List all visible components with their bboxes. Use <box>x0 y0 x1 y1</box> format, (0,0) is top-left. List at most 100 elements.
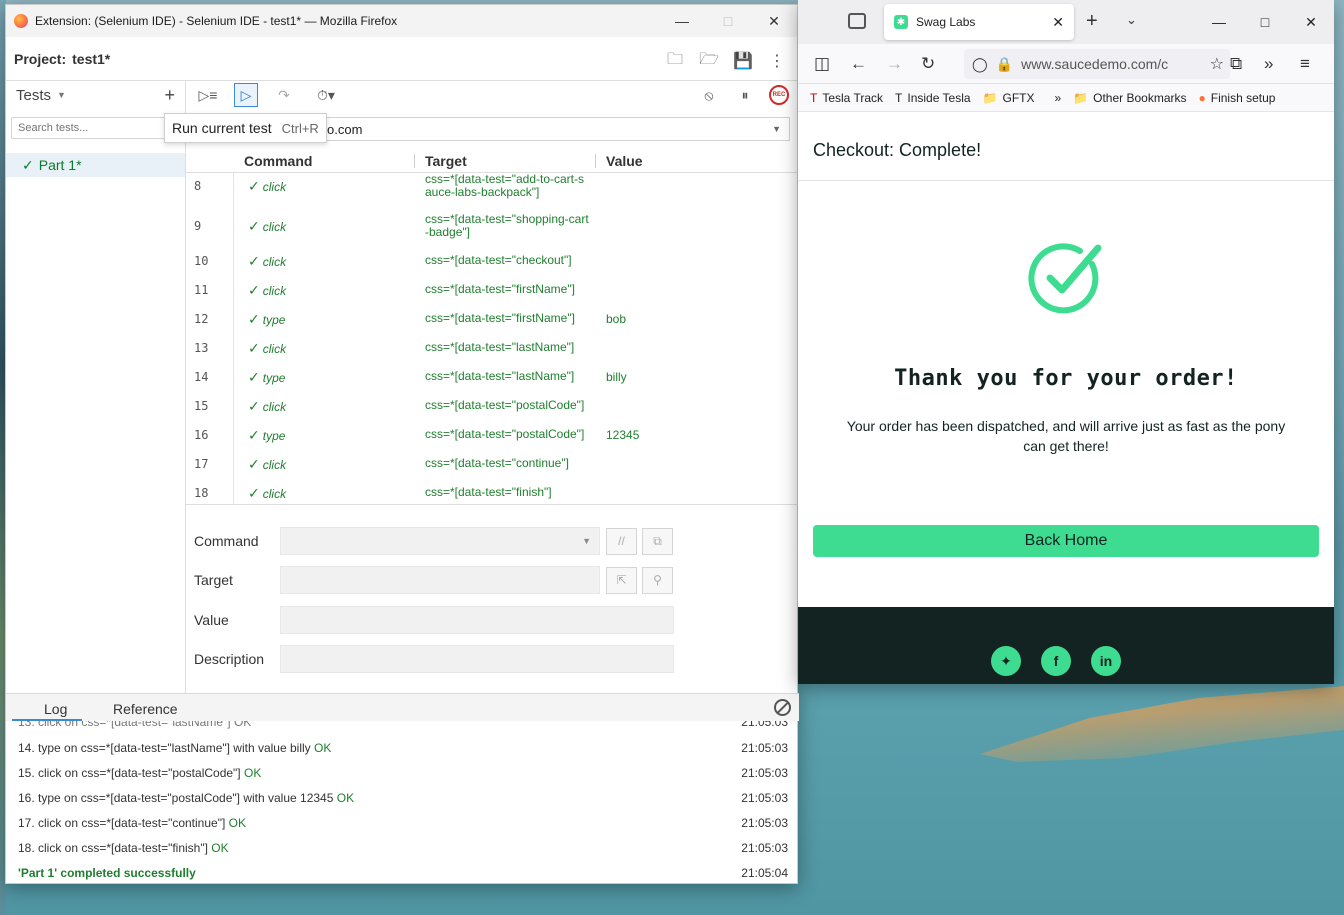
forward-arrow-icon[interactable]: → <box>886 54 903 74</box>
editor-command-row: Command ▼ // ⧉ <box>194 527 673 555</box>
caret-down-icon[interactable]: ▼ <box>57 90 66 100</box>
list-tabs-chevron-icon[interactable]: ⌄ <box>1126 12 1137 28</box>
tesla-logo-icon: T <box>810 90 818 105</box>
base-url-select[interactable]: o.com ▼ <box>316 117 790 141</box>
editor-target-label: Target <box>194 572 233 588</box>
row-command-text: type <box>262 313 286 327</box>
chevron-down-icon: ▼ <box>582 536 591 546</box>
folder-icon: 📁 <box>982 90 998 105</box>
editor-command-label: Command <box>194 533 259 549</box>
row-command-text: click <box>262 342 287 356</box>
maximize-button[interactable]: □ <box>1242 0 1288 44</box>
disable-breakpoints-icon[interactable]: ⦸ <box>697 83 721 107</box>
back-home-button[interactable]: Back Home <box>813 525 1319 557</box>
project-actions: 🗀 🗁 💾 ⋮ <box>663 49 789 73</box>
add-test-button[interactable]: + <box>164 85 175 106</box>
row-command: ✓ click <box>248 253 286 270</box>
menu-hamburger-icon[interactable]: ≡ <box>1300 54 1310 74</box>
log-tabbar: Log Reference <box>6 693 799 721</box>
row-number: 14 <box>194 370 209 384</box>
project-name[interactable]: test1* <box>72 51 110 67</box>
run-toolbar: ▷≡ ▷ ↷ ⏱▾ ⦸ ⏸ REC <box>186 81 797 109</box>
open-reference-button[interactable]: ⧉ <box>642 527 673 555</box>
editor-description-label: Description <box>194 651 265 667</box>
more-menu-icon[interactable]: ⋮ <box>765 49 789 73</box>
window-title: Extension: (Selenium IDE) - Selenium IDE… <box>35 14 398 28</box>
maximize-button[interactable]: □ <box>705 5 751 37</box>
gutter-line <box>233 173 234 504</box>
swag-labs-favicon-icon: ✱ <box>894 15 908 29</box>
step-over-icon[interactable]: ↷ <box>272 83 296 107</box>
editor-value-label: Value <box>194 612 229 628</box>
linkedin-icon[interactable]: in <box>1091 646 1121 676</box>
shield-icon[interactable]: ◯ <box>972 56 988 73</box>
bookmark-star-icon[interactable]: ☆ <box>1205 54 1224 74</box>
new-tab-button[interactable]: + <box>1086 10 1098 33</box>
minimize-button[interactable]: — <box>659 5 705 37</box>
row-command-text: click <box>262 255 287 269</box>
reload-icon[interactable]: ↻ <box>921 54 935 74</box>
log-time: 21:05:03 <box>741 841 788 855</box>
checkout-complete-page: Checkout: Complete! Thank you for your o… <box>798 112 1334 684</box>
more-bookmarks-chevron-icon[interactable]: » <box>1054 91 1061 105</box>
bookmark-inside-tesla[interactable]: T Inside Tesla <box>895 91 971 105</box>
target-input[interactable] <box>280 566 600 594</box>
log-line: 16. type on css=*[data-test="postalCode"… <box>18 791 788 805</box>
sidebar-icon[interactable]: ◫ <box>814 54 830 74</box>
run-current-test-button[interactable]: ▷ <box>234 83 258 107</box>
new-project-icon[interactable]: 🗀 <box>663 49 687 73</box>
minimize-button[interactable]: — <box>1196 0 1242 44</box>
tests-sidebar: Tests ▼ + ✓ Part 1* <box>6 81 186 693</box>
value-input[interactable] <box>280 606 674 634</box>
find-target-search-icon[interactable]: ⚲ <box>642 566 673 594</box>
pause-icon[interactable]: ⏸ <box>733 83 757 107</box>
lock-icon[interactable]: 🔒 <box>996 56 1013 73</box>
row-command: ✓ click <box>248 340 286 357</box>
row-command: ✓ click <box>248 398 286 415</box>
tooltip-label: Run current test <box>172 120 272 136</box>
tests-dropdown[interactable]: Tests <box>16 87 51 104</box>
column-command: Command <box>244 153 313 169</box>
firefox-view-icon[interactable] <box>848 13 866 29</box>
column-divider <box>414 154 415 168</box>
url-bar[interactable]: ◯ 🔒 www.saucedemo.com/c ☆ <box>964 49 1230 79</box>
tab-log[interactable]: Log <box>44 701 67 717</box>
facebook-icon[interactable]: f <box>1041 646 1071 676</box>
bookmark-gftx[interactable]: 📁 GFTX <box>983 91 1035 105</box>
speed-timer-icon[interactable]: ⏱▾ <box>314 83 338 107</box>
overflow-chevron-icon[interactable]: » <box>1264 54 1273 74</box>
test-item-part1[interactable]: ✓ Part 1* <box>6 153 185 177</box>
comment-toggle-button[interactable]: // <box>606 527 637 555</box>
description-input[interactable] <box>280 645 674 673</box>
save-project-icon[interactable]: 💾 <box>731 49 755 73</box>
twitter-icon[interactable]: ✦ <box>991 646 1021 676</box>
row-number: 16 <box>194 428 209 442</box>
clear-log-icon[interactable] <box>774 699 791 716</box>
row-command: ✓ type <box>248 369 285 386</box>
log-ok: OK <box>243 766 262 780</box>
row-target: css=*[data-test="lastName"] <box>425 340 575 354</box>
editor-target-row: Target ⇱ ⚲ <box>194 566 673 594</box>
select-target-button[interactable]: ⇱ <box>606 566 637 594</box>
close-button[interactable]: ✕ <box>751 5 797 37</box>
check-icon: ✓ <box>248 456 260 472</box>
command-select[interactable]: ▼ <box>280 527 600 555</box>
bookmark-finish-setup[interactable]: ● Finish setup <box>1199 91 1276 105</box>
tab-reference[interactable]: Reference <box>113 701 178 717</box>
open-project-icon[interactable]: 🗁 <box>697 49 721 73</box>
base-url-value: o.com <box>327 121 363 137</box>
dropdown-arrow-icon[interactable]: ▼ <box>772 124 781 134</box>
record-button[interactable]: REC <box>767 83 791 107</box>
close-button[interactable]: ✕ <box>1288 0 1334 44</box>
back-arrow-icon[interactable]: ← <box>850 54 867 74</box>
page-footer: ✦ f in <box>798 607 1334 684</box>
bookmark-other[interactable]: 📁 Other Bookmarks <box>1073 91 1186 105</box>
tab-swag-labs[interactable]: ✱ Swag Labs ✕ <box>884 4 1074 40</box>
close-tab-icon[interactable]: ✕ <box>1052 14 1064 31</box>
bookmark-tesla-track[interactable]: T Tesla Track <box>810 91 883 105</box>
tests-header: Tests ▼ + <box>6 81 185 109</box>
run-all-tests-icon[interactable]: ▷≡ <box>196 83 220 107</box>
extensions-icon[interactable]: ⧉ <box>1230 54 1242 74</box>
search-tests-input[interactable] <box>11 117 171 139</box>
row-target: css=*[data-test="firstName"] <box>425 282 575 296</box>
